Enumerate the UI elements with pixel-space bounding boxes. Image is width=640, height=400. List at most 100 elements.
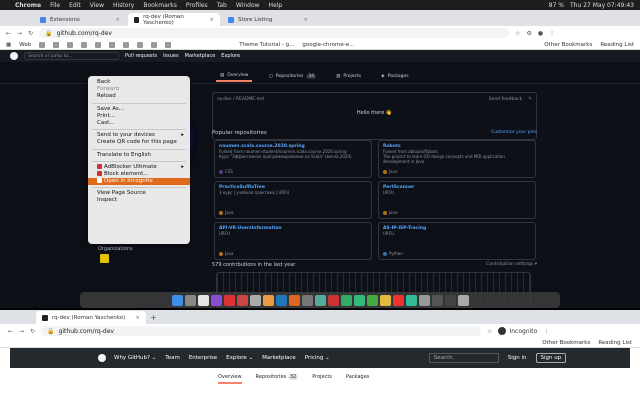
forward-icon[interactable]: → [17, 30, 22, 37]
incognito-indicator[interactable]: Incognito [498, 327, 537, 335]
nav-why-github[interactable]: Why GitHub? ⌄ [114, 355, 156, 361]
dock-app-icon[interactable] [184, 294, 196, 306]
bookmark-icon[interactable] [39, 41, 46, 48]
org-avatar[interactable] [100, 254, 109, 263]
menu-bookmarks[interactable]: Bookmarks [143, 2, 177, 9]
ctx-reload[interactable]: Reload [88, 93, 190, 100]
dock-app-icon[interactable] [249, 294, 261, 306]
readme-path[interactable]: rq-dev / README.md [217, 97, 264, 102]
nav-team[interactable]: Team [165, 355, 180, 361]
bookmark-icon[interactable] [53, 41, 60, 48]
tab-repositories[interactable]: Repositories 32 [256, 374, 299, 384]
tab-projects[interactable]: ▥ Projects [332, 72, 365, 81]
dock-app-icon[interactable] [418, 294, 430, 306]
star-icon[interactable]: ☆ [487, 328, 492, 335]
dock-app-icon[interactable] [262, 294, 274, 306]
ctx-send-to-devices[interactable]: Send to your devices ▸ [88, 132, 190, 139]
reload-icon[interactable]: ↻ [30, 328, 35, 335]
dock-app-icon[interactable] [171, 294, 183, 306]
menu-view[interactable]: View [90, 2, 104, 9]
bookmark-google-chrome[interactable]: google-chrome-e... [302, 42, 354, 48]
dock-app-icon[interactable] [210, 294, 222, 306]
dock-app-icon[interactable] [366, 294, 378, 306]
star-icon[interactable]: ☆ [515, 30, 520, 37]
ctx-view-source[interactable]: View Page Source [88, 190, 190, 197]
bookmark-web[interactable]: Web [19, 42, 31, 48]
close-icon[interactable]: × [115, 17, 120, 23]
customize-pins-link[interactable]: Customize your pins [491, 130, 537, 136]
ctx-block-element[interactable]: Block element... [88, 170, 190, 178]
dock-app-icon[interactable] [223, 294, 235, 306]
ctx-cast[interactable]: Cast... [88, 120, 190, 127]
bookmark-icon[interactable] [165, 41, 172, 48]
bookmark-icon[interactable] [151, 41, 158, 48]
dock-app-icon[interactable] [301, 294, 313, 306]
reading-list[interactable]: Reading List [600, 42, 634, 48]
dock-app-icon[interactable] [314, 294, 326, 306]
new-tab-icon[interactable]: + [150, 313, 157, 322]
ctx-open-incognito[interactable]: Open in Incognito [88, 178, 190, 186]
bookmark-theme-tutorial[interactable]: Theme Tutorial - g... [239, 42, 294, 48]
omnibox[interactable]: 🔒 github.com/rq-dev [39, 28, 510, 38]
forward-icon[interactable]: → [19, 328, 24, 335]
ctx-translate[interactable]: Translate to English [88, 152, 190, 159]
close-icon[interactable]: × [303, 17, 308, 23]
menu-window[interactable]: Window [236, 2, 260, 9]
dock-app-icon[interactable] [327, 294, 339, 306]
dock-app-icon[interactable] [340, 294, 352, 306]
browser-tab[interactable]: Extensions × [34, 13, 126, 26]
bookmark-icon[interactable] [123, 41, 130, 48]
profile-avatar[interactable]: ● [538, 30, 543, 37]
repo-card[interactable]: PracticeSuffixTree 3 курс | учебная прак… [214, 181, 372, 219]
ctx-adblocker[interactable]: AdBlocker Ultimate ▸ [88, 163, 190, 171]
menu-kebab-icon[interactable]: ⋮ [549, 30, 555, 37]
nav-enterprise[interactable]: Enterprise [189, 355, 217, 361]
extensions-icon[interactable]: ⚙ [526, 30, 531, 37]
github-logo-icon[interactable] [98, 354, 106, 362]
other-bookmarks[interactable]: Other Bookmarks [542, 340, 590, 346]
repo-card[interactable]: PortScanner URFU Java [378, 181, 536, 219]
menu-profiles[interactable]: Profiles [186, 2, 208, 9]
browser-tab[interactable]: Store Listing × [222, 13, 314, 26]
repo-card[interactable]: API-VK-UsersInformation URFU Java [214, 222, 372, 260]
sign-up-button[interactable]: Sign up [535, 353, 567, 363]
menu-chrome[interactable]: Chrome [15, 2, 41, 9]
dock-app-icon[interactable] [236, 294, 248, 306]
ctx-back[interactable]: Back [88, 79, 190, 86]
ctx-print[interactable]: Print... [88, 113, 190, 120]
nav-pull-requests[interactable]: Pull requests [125, 53, 157, 59]
dock-app-icon[interactable] [275, 294, 287, 306]
ctx-inspect[interactable]: Inspect [88, 197, 190, 204]
tab-repositories[interactable]: ▢ Repositories 34 [264, 72, 320, 81]
ctx-save-as[interactable]: Save As... [88, 106, 190, 113]
omnibox[interactable]: 🔒 github.com/rq-dev [41, 326, 482, 336]
bookmark-icon[interactable] [95, 41, 102, 48]
tab-overview[interactable]: Overview [218, 374, 242, 384]
bookmark-icon[interactable] [81, 41, 88, 48]
tab-packages[interactable]: ◈ Packages [377, 72, 412, 81]
send-feedback-link[interactable]: Send feedback [489, 97, 522, 102]
repo-card[interactable]: naumen.scala.course.2020.spring Forked f… [214, 140, 372, 178]
menu-help[interactable]: Help [269, 2, 283, 9]
menu-kebab-icon[interactable]: ⋮ [543, 328, 549, 335]
menu-file[interactable]: File [50, 2, 60, 9]
nav-explore[interactable]: Explore [221, 53, 240, 59]
contribution-settings-dropdown[interactable]: Contribution settings ▾ [486, 262, 537, 268]
menu-history[interactable]: History [113, 2, 134, 9]
back-icon[interactable]: ← [6, 30, 11, 37]
apps-icon[interactable]: ▦ [6, 42, 11, 48]
browser-tab-active[interactable]: rq-dev (Roman Yaschenko) × [36, 311, 146, 324]
bookmark-icon[interactable] [67, 41, 74, 48]
menu-edit[interactable]: Edit [69, 2, 81, 9]
dock-app-icon[interactable] [431, 294, 443, 306]
reading-list[interactable]: Reading List [598, 340, 632, 346]
sign-in-link[interactable]: Sign in [508, 355, 527, 361]
dock-app-icon[interactable] [444, 294, 456, 306]
tab-overview[interactable]: ▤ Overview [216, 71, 253, 82]
dock-app-icon[interactable] [379, 294, 391, 306]
nav-pricing[interactable]: Pricing ⌄ [305, 355, 330, 361]
nav-marketplace[interactable]: Marketplace [262, 355, 296, 361]
bookmark-icon[interactable] [137, 41, 144, 48]
tab-projects[interactable]: Projects [312, 374, 332, 384]
nav-explore[interactable]: Explore ⌄ [226, 355, 253, 361]
